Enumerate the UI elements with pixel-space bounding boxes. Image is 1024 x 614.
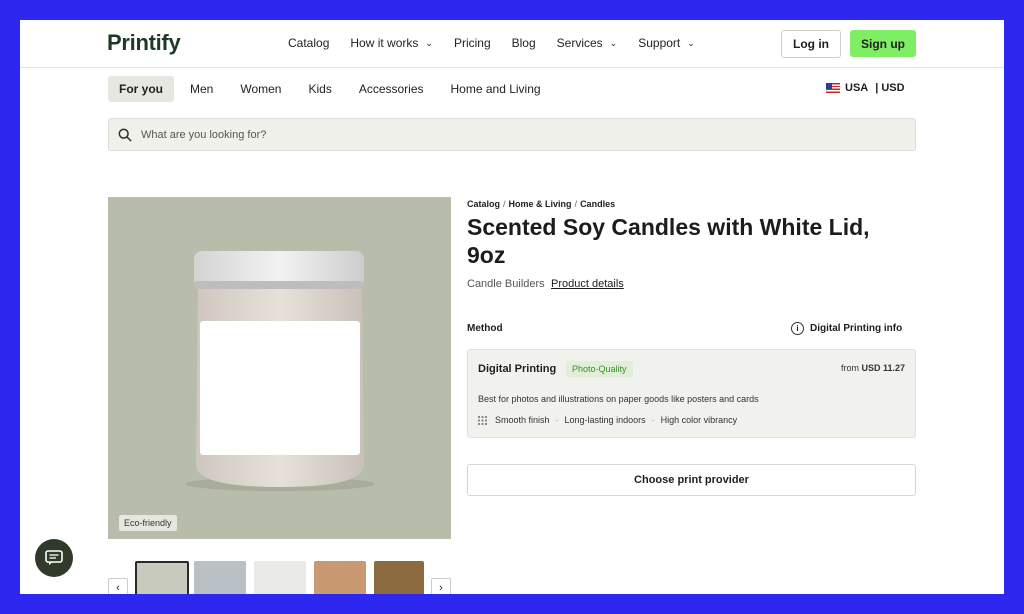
thumbnail-2[interactable] — [194, 561, 246, 594]
region-currency: USD — [881, 82, 905, 94]
price-value: USD 11.27 — [861, 363, 905, 373]
chat-button[interactable] — [35, 539, 73, 577]
chevron-down-icon: ⌄ — [687, 37, 695, 48]
method-price: from USD 11.27 — [841, 363, 905, 373]
method-label: Method — [467, 323, 503, 334]
breadcrumb-home-living[interactable]: Home & Living — [509, 199, 572, 209]
nav-services[interactable]: Services ⌄ — [557, 36, 618, 50]
thumb-next-button[interactable]: › — [431, 578, 451, 594]
nav-blog[interactable]: Blog — [512, 36, 536, 50]
nav-pricing-label: Pricing — [453, 36, 491, 50]
chat-icon — [45, 550, 63, 565]
nav-services-label: Services — [556, 36, 603, 50]
product-title: Scented Soy Candles with White Lid, 9oz — [467, 214, 870, 268]
nav-how-it-works[interactable]: How it works ⌄ — [350, 36, 433, 50]
method-features: Smooth finish · Long-lasting indoors · H… — [478, 415, 737, 425]
nav-catalog-label: Catalog — [288, 36, 330, 50]
method-name: Digital Printing — [478, 363, 557, 375]
category-for-you[interactable]: For you — [108, 76, 174, 102]
signup-button[interactable]: Sign up — [850, 30, 916, 57]
thumbnail-5[interactable] — [374, 561, 424, 594]
search-icon — [118, 128, 132, 142]
feature-color-vibrancy: High color vibrancy — [660, 415, 738, 425]
thumbnail-strip: ‹ › — [108, 561, 451, 594]
category-women[interactable]: Women — [229, 76, 292, 102]
region-selector[interactable]: USA | USD — [826, 82, 905, 94]
chevron-right-icon: › — [439, 582, 443, 594]
chevron-down-icon: ⌄ — [609, 37, 618, 48]
category-accessories[interactable]: Accessories — [348, 76, 435, 102]
thumbnail-4[interactable] — [314, 561, 366, 594]
chevron-down-icon: ⌄ — [425, 37, 433, 48]
product-image[interactable]: Eco-friendly — [108, 197, 451, 539]
breadcrumb-candles[interactable]: Candles — [580, 199, 615, 209]
thumbnail-1[interactable] — [135, 561, 189, 594]
price-prefix: from — [840, 363, 859, 373]
breadcrumb: Catalog / Home & Living / Candles — [467, 199, 616, 209]
category-kids[interactable]: Kids — [297, 76, 342, 102]
nav-catalog[interactable]: Catalog — [288, 36, 329, 50]
chevron-left-icon: ‹ — [116, 582, 120, 594]
product-details-link[interactable]: Product details — [551, 278, 624, 290]
browser-page: Printify Catalog How it works ⌄ Pricing B… — [20, 20, 1004, 594]
eco-friendly-badge: Eco-friendly — [119, 515, 177, 531]
nav-pricing[interactable]: Pricing — [454, 36, 491, 50]
region-separator: | — [875, 82, 879, 94]
breadcrumb-catalog[interactable]: Catalog — [467, 199, 500, 209]
search-input[interactable]: What are you looking for? — [141, 129, 266, 141]
candle-jar-image — [185, 251, 375, 491]
thumbnail-3[interactable] — [254, 561, 306, 594]
nav-how-it-works-label: How it works — [350, 36, 419, 50]
us-flag-icon — [826, 83, 840, 93]
region-country: USA — [845, 82, 869, 94]
nav-blog-label: Blog — [511, 36, 536, 50]
top-nav: Printify Catalog How it works ⌄ Pricing B… — [20, 20, 1004, 68]
login-button[interactable]: Log in — [781, 30, 841, 58]
grid-icon — [478, 415, 487, 425]
digital-printing-info-label: Digital Printing info — [810, 323, 903, 334]
method-option-card[interactable]: Digital Printing Photo-Quality from USD … — [467, 349, 916, 438]
search-bar[interactable]: What are you looking for? — [108, 118, 916, 151]
main-nav: Catalog How it works ⌄ Pricing Blog Servi… — [288, 36, 716, 50]
feature-long-lasting: Long-lasting indoors — [564, 415, 646, 425]
product-brand: Candle Builders — [467, 278, 545, 290]
nav-support[interactable]: Support ⌄ — [638, 36, 695, 50]
category-bar: For you Men Women Kids Accessories Home … — [108, 76, 557, 102]
photo-quality-badge: Photo-Quality — [566, 361, 633, 377]
feature-smooth-finish: Smooth finish — [495, 415, 550, 425]
method-description: Best for photos and illustrations on pap… — [478, 394, 759, 404]
digital-printing-info-link[interactable]: i Digital Printing info — [791, 322, 902, 335]
category-home-and-living[interactable]: Home and Living — [440, 76, 552, 102]
category-men[interactable]: Men — [179, 76, 224, 102]
printify-logo[interactable]: Printify — [107, 30, 181, 56]
nav-support-label: Support — [638, 36, 681, 50]
info-icon: i — [791, 322, 804, 335]
thumb-prev-button[interactable]: ‹ — [108, 578, 128, 594]
choose-print-provider-button[interactable]: Choose print provider — [467, 464, 916, 496]
